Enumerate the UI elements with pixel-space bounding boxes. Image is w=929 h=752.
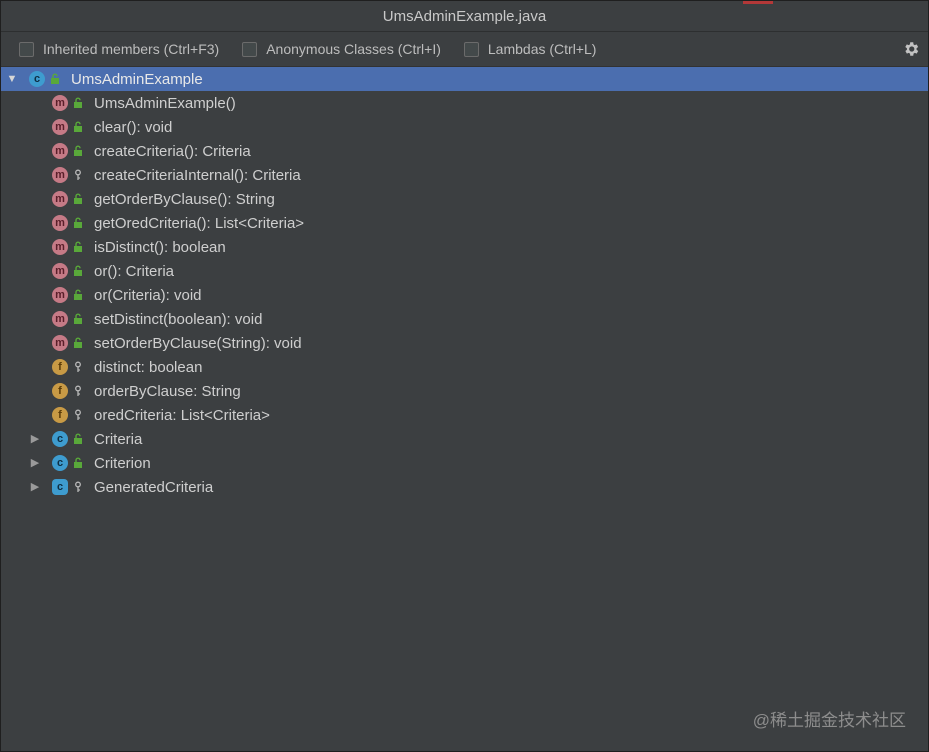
tree-item-method[interactable]: m setDistinct(boolean): void — [1, 307, 928, 331]
method-icon: m — [52, 287, 68, 303]
tree-item-method[interactable]: m createCriteria(): Criteria — [1, 139, 928, 163]
tree-item-label: getOredCriteria(): List<Criteria> — [94, 214, 305, 232]
protected-key-icon — [75, 385, 81, 396]
class-icon: c — [29, 71, 45, 87]
tree-item-label: or(): Criteria — [94, 262, 175, 280]
title-bar: UmsAdminExample.java — [1, 1, 928, 32]
tree-item-label: createCriteriaInternal(): Criteria — [94, 166, 301, 184]
inner-class-icon: c — [52, 455, 68, 471]
public-lock-icon — [74, 121, 82, 132]
public-lock-icon — [74, 313, 82, 324]
public-lock-icon — [74, 289, 82, 300]
inner-class-icon: c — [52, 431, 68, 447]
tree-item-label: isDistinct(): boolean — [94, 238, 226, 256]
field-icon: f — [52, 383, 68, 399]
protected-key-icon — [75, 169, 81, 180]
public-lock-icon — [74, 241, 82, 252]
tree-item-label: distinct: boolean — [94, 358, 203, 376]
tree-item-method[interactable]: m setOrderByClause(String): void — [1, 331, 928, 355]
tree-item-method[interactable]: m createCriteriaInternal(): Criteria — [1, 163, 928, 187]
method-icon: m — [52, 143, 68, 159]
tree-item-label: GeneratedCriteria — [94, 478, 214, 496]
tree-item-label: clear(): void — [94, 118, 173, 136]
collapse-arrow-icon[interactable]: ▶ — [29, 481, 41, 493]
public-lock-icon — [74, 145, 82, 156]
protected-key-icon — [75, 481, 81, 492]
checkbox-label: Lambdas (Ctrl+L) — [487, 41, 597, 57]
method-icon: m — [52, 95, 68, 111]
method-icon: m — [52, 191, 68, 207]
method-icon: m — [52, 335, 68, 351]
tree-item-field[interactable]: f orderByClause: String — [1, 379, 928, 403]
method-icon: m — [52, 167, 68, 183]
abstract-class-icon: c — [52, 479, 68, 495]
tree-root-class[interactable]: ▼ c UmsAdminExample — [1, 67, 928, 91]
tree-item-method[interactable]: m or(Criteria): void — [1, 283, 928, 307]
tree-item-class[interactable]: ▶ c GeneratedCriteria — [1, 475, 928, 499]
anonymous-classes-checkbox[interactable]: Anonymous Classes (Ctrl+I) — [242, 41, 441, 57]
method-icon: m — [52, 263, 68, 279]
tree-item-label: getOrderByClause(): String — [94, 190, 275, 208]
checkbox-box[interactable] — [242, 41, 258, 57]
public-lock-icon — [74, 433, 82, 444]
public-lock-icon — [74, 265, 82, 276]
method-icon: m — [52, 215, 68, 231]
collapse-arrow-icon[interactable]: ▶ — [29, 433, 41, 445]
public-lock-icon — [74, 457, 82, 468]
tree-item-label: or(Criteria): void — [94, 286, 202, 304]
checkbox-label: Anonymous Classes (Ctrl+I) — [266, 41, 441, 57]
tree-item-label: UmsAdminExample() — [94, 94, 236, 112]
tree-item-field[interactable]: f distinct: boolean — [1, 355, 928, 379]
checkbox-box[interactable] — [463, 41, 479, 57]
tree-item-method[interactable]: m getOredCriteria(): List<Criteria> — [1, 211, 928, 235]
tree-item-method[interactable]: m isDistinct(): boolean — [1, 235, 928, 259]
protected-key-icon — [75, 361, 81, 372]
checkbox-label: Inherited members (Ctrl+F3) — [43, 41, 220, 57]
tree-item-label: createCriteria(): Criteria — [94, 142, 251, 160]
structure-tree: ▼ c UmsAdminExample m UmsAdminExample() m clea… — [1, 67, 928, 751]
checkbox-box[interactable] — [19, 41, 34, 57]
field-icon: f — [52, 407, 68, 423]
tree-item-label: setDistinct(boolean): void — [94, 310, 263, 328]
tree-item-class[interactable]: ▶ c Criterion — [1, 451, 928, 475]
tree-item-method[interactable]: m clear(): void — [1, 115, 928, 139]
public-lock-icon — [51, 73, 59, 84]
structure-window: UmsAdminExample.java Inherited members (… — [0, 0, 929, 752]
tree-item-label: oredCriteria: List<Criteria> — [94, 406, 270, 424]
tree-item-method[interactable]: m or(): Criteria — [1, 259, 928, 283]
lambdas-checkbox[interactable]: Lambdas (Ctrl+L) — [463, 41, 597, 57]
filter-toolbar: Inherited members (Ctrl+F3) Anonymous Cl… — [1, 32, 928, 67]
collapse-arrow-icon[interactable]: ▶ — [29, 457, 41, 469]
method-icon: m — [52, 311, 68, 327]
public-lock-icon — [74, 337, 82, 348]
public-lock-icon — [74, 217, 82, 228]
expand-arrow-icon[interactable]: ▼ — [6, 73, 18, 85]
public-lock-icon — [74, 193, 82, 204]
tree-item-label: Criteria — [94, 430, 143, 448]
method-icon: m — [52, 119, 68, 135]
inherited-members-checkbox[interactable]: Inherited members (Ctrl+F3) — [19, 41, 219, 57]
tree-item-method[interactable]: m UmsAdminExample() — [1, 91, 928, 115]
method-icon: m — [52, 239, 68, 255]
tree-item-field[interactable]: f oredCriteria: List<Criteria> — [1, 403, 928, 427]
protected-key-icon — [75, 409, 81, 420]
watermark: @稀土掘金技术社区 — [752, 711, 906, 730]
tree-item-label: UmsAdminExample — [71, 70, 203, 88]
tree-item-label: setOrderByClause(String): void — [94, 334, 302, 352]
tree-item-method[interactable]: m getOrderByClause(): String — [1, 187, 928, 211]
public-lock-icon — [74, 97, 82, 108]
tree-item-label: Criterion — [94, 454, 151, 472]
title-accent — [743, 1, 773, 4]
gear-icon[interactable] — [902, 40, 920, 58]
window-title: UmsAdminExample.java — [382, 7, 547, 25]
tree-item-class[interactable]: ▶ c Criteria — [1, 427, 928, 451]
tree-item-label: orderByClause: String — [94, 382, 241, 400]
field-icon: f — [52, 359, 68, 375]
